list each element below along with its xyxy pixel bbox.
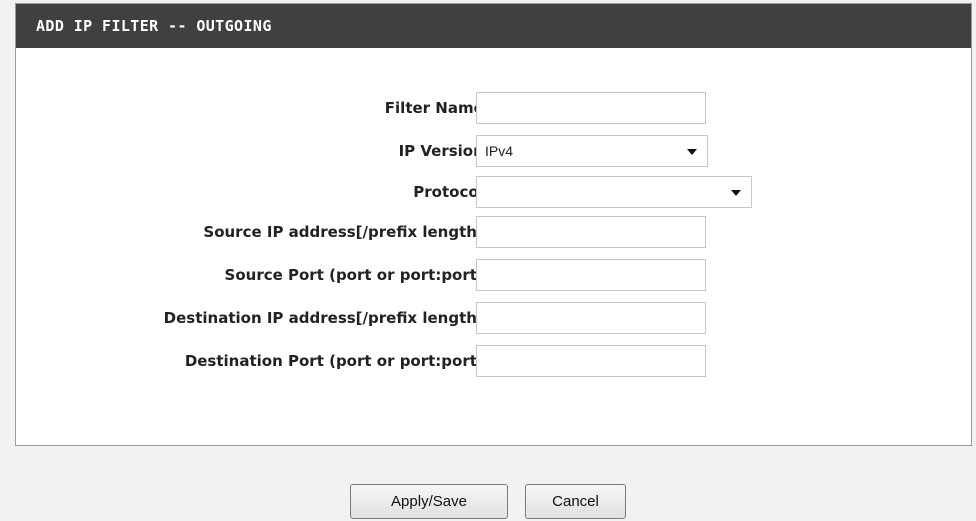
- apply-save-button[interactable]: Apply/Save: [350, 484, 508, 519]
- source-port-label: Source Port (port or port:port) :: [224, 266, 495, 284]
- chevron-down-icon: [687, 149, 697, 155]
- ip-version-select[interactable]: IPv4: [476, 135, 708, 167]
- destination-ip-input[interactable]: [476, 302, 706, 334]
- ip-version-value: IPv4: [485, 143, 514, 159]
- source-port-row: Source Port (port or port:port) :: [0, 259, 976, 291]
- source-ip-row: Source IP address[/prefix length] :: [0, 216, 976, 248]
- destination-ip-row: Destination IP address[/prefix length] :: [0, 302, 976, 334]
- destination-port-input[interactable]: [476, 345, 706, 377]
- panel-title: ADD IP FILTER -- OUTGOING: [16, 4, 971, 48]
- protocol-row: Protocol :: [0, 176, 976, 208]
- source-ip-input[interactable]: [476, 216, 706, 248]
- filter-name-input[interactable]: [476, 92, 706, 124]
- source-ip-label: Source IP address[/prefix length] :: [203, 223, 495, 241]
- destination-ip-label: Destination IP address[/prefix length] :: [163, 309, 495, 327]
- filter-name-row: Filter Name :: [0, 92, 976, 124]
- source-port-input[interactable]: [476, 259, 706, 291]
- ip-version-row: IP Version : IPv4: [0, 135, 976, 167]
- protocol-select[interactable]: [476, 176, 752, 208]
- cancel-button[interactable]: Cancel: [525, 484, 626, 519]
- chevron-down-icon: [731, 190, 741, 196]
- destination-port-label: Destination Port (port or port:port) :: [184, 352, 495, 370]
- destination-port-row: Destination Port (port or port:port) :: [0, 345, 976, 377]
